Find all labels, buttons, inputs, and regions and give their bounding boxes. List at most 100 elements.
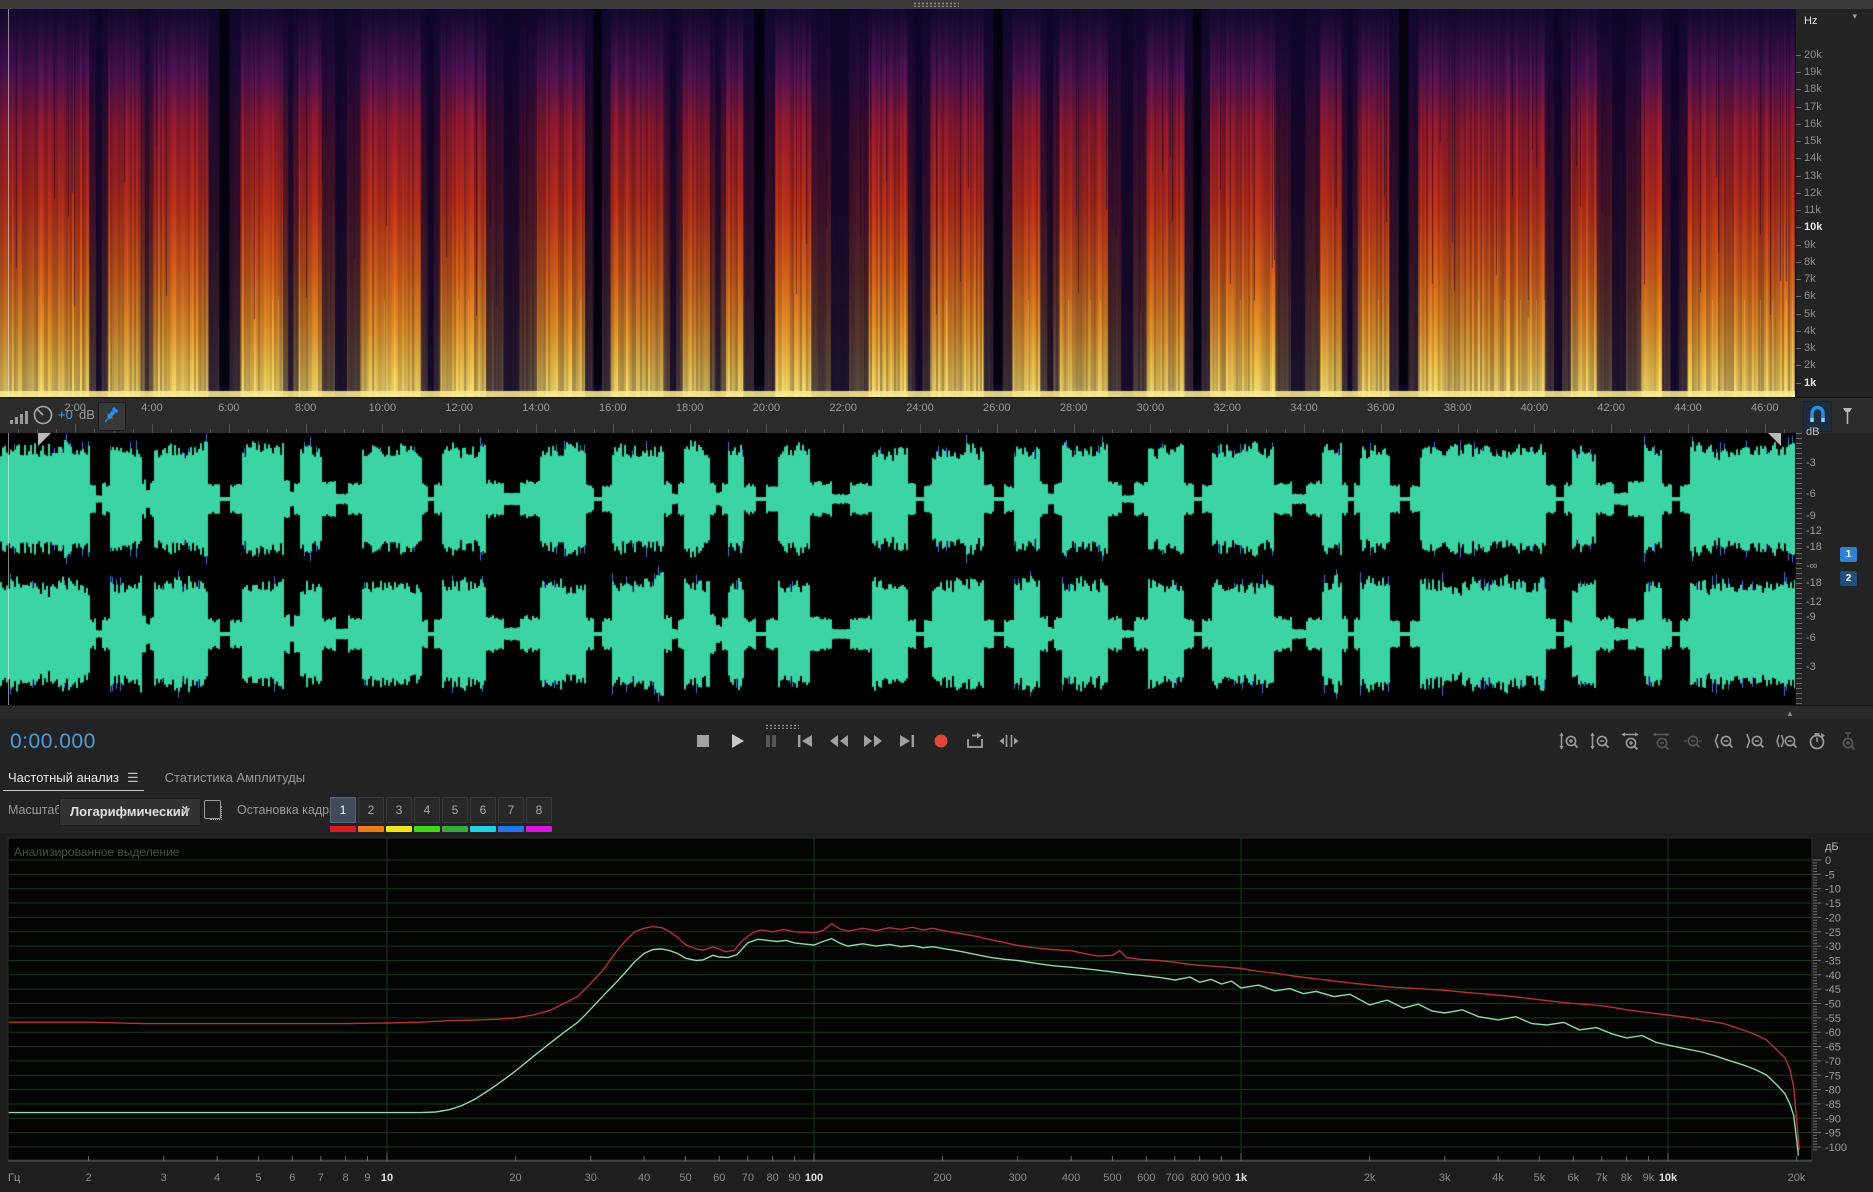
hold-color-bar	[330, 826, 356, 832]
zoom-reset-button[interactable]	[1682, 728, 1704, 754]
frequency-ruler-label: 16k	[1804, 117, 1822, 130]
x-axis-label: 4k	[1492, 1172, 1504, 1184]
zoom-out-vertical-button[interactable]	[1589, 728, 1611, 754]
marker-icon[interactable]	[1834, 401, 1861, 430]
hold-color-bar	[470, 826, 496, 832]
timeline-label: 18:00	[675, 402, 704, 414]
zoom-in-vertical-button[interactable]	[1558, 728, 1580, 754]
amplitude-ruler[interactable]: dB -3 -6 -9 -12 -18 -∞ -18 -12 -9 -6 -3 1 2	[1795, 426, 1873, 705]
zoom-in-horizontal-button[interactable]	[1620, 728, 1642, 754]
analysis-controls: Масштаб: Логарифмический ▼ Остановка кад…	[0, 791, 1873, 833]
x-axis-label: 200	[933, 1172, 951, 1184]
panel-menu-icon[interactable]: ☰	[127, 770, 139, 785]
frequency-analysis-plot[interactable]: Анализированное выделение Гц 2 3 4 5 6 7 8 9 10 20 3…	[0, 833, 1873, 1192]
hold-button-6[interactable]: 6	[470, 797, 496, 823]
y-axis-label: -35	[1825, 955, 1841, 967]
ruler-tick	[1796, 192, 1801, 194]
play-button[interactable]	[726, 728, 748, 754]
frequency-ruler-label: 20k	[1804, 49, 1822, 61]
y-axis-label: -25	[1825, 927, 1841, 939]
frequency-ruler-label: 17k	[1804, 100, 1822, 113]
knob-icon[interactable]	[32, 404, 54, 426]
pause-button[interactable]	[760, 728, 782, 754]
hold-button-3[interactable]: 3	[386, 797, 412, 823]
waveform-image[interactable]	[0, 433, 1795, 705]
playhead-line[interactable]	[8, 9, 9, 397]
tab-frequency-analysis[interactable]: Частотный анализ ☰	[3, 770, 144, 792]
scale-select[interactable]: Логарифмический ▼	[59, 798, 201, 826]
gain-value[interactable]: +0	[58, 407, 73, 422]
y-axis-label: -30	[1825, 941, 1841, 953]
y-axis-label: -100	[1825, 1142, 1847, 1154]
zoom-out-point-button[interactable]	[1744, 728, 1766, 754]
scale-label: Масштаб:	[8, 803, 65, 817]
amplitude-ruler-label: -6	[1806, 632, 1816, 644]
skip-start-button[interactable]	[794, 728, 816, 754]
x-axis-label: 7	[318, 1172, 324, 1184]
chevron-down-icon[interactable]: ▾	[1852, 11, 1857, 22]
move-playhead-button[interactable]	[998, 728, 1020, 754]
timeline-label: 26:00	[983, 402, 1011, 414]
x-axis-label: 3k	[1439, 1172, 1451, 1184]
x-axis-label: 400	[1062, 1172, 1080, 1184]
frequency-ruler-label: 8k	[1804, 255, 1816, 268]
zoom-in-point-button[interactable]	[1713, 728, 1735, 754]
y-axis-label: -90	[1825, 1113, 1841, 1125]
zoom-selection-button[interactable]	[1775, 728, 1797, 754]
record-button[interactable]	[930, 728, 952, 754]
x-axis-label: 100	[805, 1172, 823, 1184]
copy-frame-icon[interactable]	[204, 800, 222, 820]
amplitude-ruler-label: -9	[1806, 510, 1816, 522]
horizontal-scrollbar[interactable]: ▲	[0, 705, 1873, 720]
stop-button[interactable]	[692, 728, 714, 754]
timeline-label: 10:00	[368, 402, 397, 414]
playhead-line-waveform[interactable]	[8, 433, 9, 705]
spectrogram-view[interactable]: Hz 20k 19k 18k 17k 16k 15k 14k 13k 12k 11k 10k 9k 8k…	[0, 9, 1873, 397]
pin-button[interactable]	[98, 402, 126, 431]
panel-drag-bar[interactable]	[0, 0, 1873, 9]
x-axis-label: 3	[161, 1172, 167, 1184]
hold-color-bar	[386, 826, 412, 832]
tab-amplitude-statistics[interactable]: Статистика Амплитуды	[165, 770, 305, 787]
audition-editor: { "app": { "accent": "#2d8ceb", "wavefor…	[0, 0, 1873, 1192]
restore-zoom-button[interactable]	[1806, 728, 1828, 754]
amplitude-ruler-label: -6	[1806, 488, 1816, 500]
hold-color-bar	[414, 826, 440, 832]
hold-color-bar	[442, 826, 468, 832]
timeline-label: 22:00	[829, 402, 857, 414]
channel-badge-1[interactable]: 1	[1840, 547, 1857, 562]
zoom-out-horizontal-button[interactable]	[1651, 728, 1673, 754]
hold-button-2[interactable]: 2	[358, 797, 384, 823]
frequency-ruler-label: 7k	[1804, 273, 1816, 286]
x-axis-label: 20k	[1788, 1172, 1806, 1184]
timeline-label: 30:00	[1136, 402, 1165, 414]
fade-in-handle[interactable]	[38, 433, 51, 446]
ruler-tick	[1796, 244, 1801, 246]
x-axis-label: 9k	[1643, 1172, 1655, 1184]
x-axis-label: 10	[381, 1172, 393, 1184]
x-axis-label: 20	[509, 1172, 521, 1184]
loop-button[interactable]	[964, 728, 986, 754]
scroll-up-icon[interactable]: ▲	[1786, 709, 1794, 718]
timeline-ruler[interactable]: 2:00 4:00 6:00 8:00 10:00 12:00 14:00 16:00 18:0…	[0, 397, 1873, 435]
y-axis-label: -20	[1825, 912, 1841, 924]
timecode-display[interactable]: 0:00.000	[10, 730, 96, 754]
hold-button-1[interactable]: 1	[330, 797, 356, 823]
analysis-tabs: Частотный анализ ☰ Статистика Амплитуды	[0, 766, 1873, 792]
ruler-tick	[1796, 123, 1801, 125]
hold-button-8[interactable]: 8	[526, 797, 552, 823]
hold-button-5[interactable]: 5	[442, 797, 468, 823]
timeline-label: 12:00	[445, 402, 473, 414]
waveform-view[interactable]: dB -3 -6 -9 -12 -18 -∞ -18 -12 -9 -6 -3 1 2	[0, 426, 1873, 705]
fast-forward-button[interactable]	[862, 728, 884, 754]
hold-button-7[interactable]: 7	[498, 797, 524, 823]
frequency-ruler[interactable]: Hz 20k 19k 18k 17k 16k 15k 14k 13k 12k 11k 10k 9k 8k…	[1795, 9, 1873, 397]
skip-end-button[interactable]	[896, 728, 918, 754]
gain-unit: dB	[79, 407, 95, 422]
channel-badge-2[interactable]: 2	[1840, 571, 1857, 586]
zoom-full-button[interactable]	[1837, 728, 1859, 754]
rewind-button[interactable]	[828, 728, 850, 754]
fade-out-handle[interactable]	[1768, 433, 1781, 446]
hold-button-4[interactable]: 4	[414, 797, 440, 823]
spectrogram-image[interactable]	[0, 9, 1795, 397]
